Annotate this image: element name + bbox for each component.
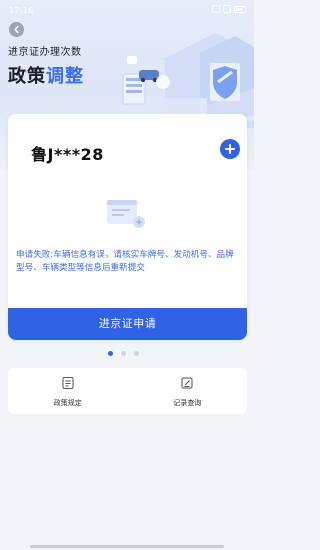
home-indicator [30,545,224,548]
page-subtitle: 进京证办理次数 [8,47,82,58]
page-title: 政策调整 [8,62,84,88]
apply-entry-permit-button[interactable]: 进京证申请 [8,308,247,340]
signal-icon [212,5,220,13]
shortcut-records-label: 记录查询 [173,399,202,407]
add-vehicle-button[interactable] [220,139,240,159]
status-time: 17:16 [9,6,34,15]
pager-dot-1[interactable] [108,351,113,356]
battery-icon [234,5,246,13]
error-message: 申请失败:车辆信息有误，请核实车牌号、发动机号、品牌型号、车辆类型等信息后重新提… [16,250,234,273]
back-button[interactable] [9,22,24,37]
document-icon [62,377,74,389]
shortcut-policy[interactable]: 政策规定 [8,368,128,414]
shortcut-policy-label: 政策规定 [53,399,82,407]
status-icons [212,5,246,13]
shortcut-records[interactable]: 记录查询 [128,368,248,414]
pager-dot-3[interactable] [134,351,139,356]
license-plate: 鲁J***28 [31,145,104,164]
chevron-left-icon [14,25,19,34]
edit-record-icon [181,377,193,389]
headline-dark: 政策 [8,66,46,87]
pager-dots [108,351,139,356]
status-bar: 17:16 [0,0,254,20]
wifi-icon [223,5,231,13]
headline-accent: 调整 [46,66,84,87]
empty-document-icon [107,200,145,228]
pager-dot-2[interactable] [121,351,126,356]
vehicle-card: 鲁J***28 申请失败:车辆信息有误，请核实车牌号、发动机号、品牌型号、车辆类… [8,114,247,340]
shortcuts-bar: 政策规定 记录查询 [8,368,247,414]
